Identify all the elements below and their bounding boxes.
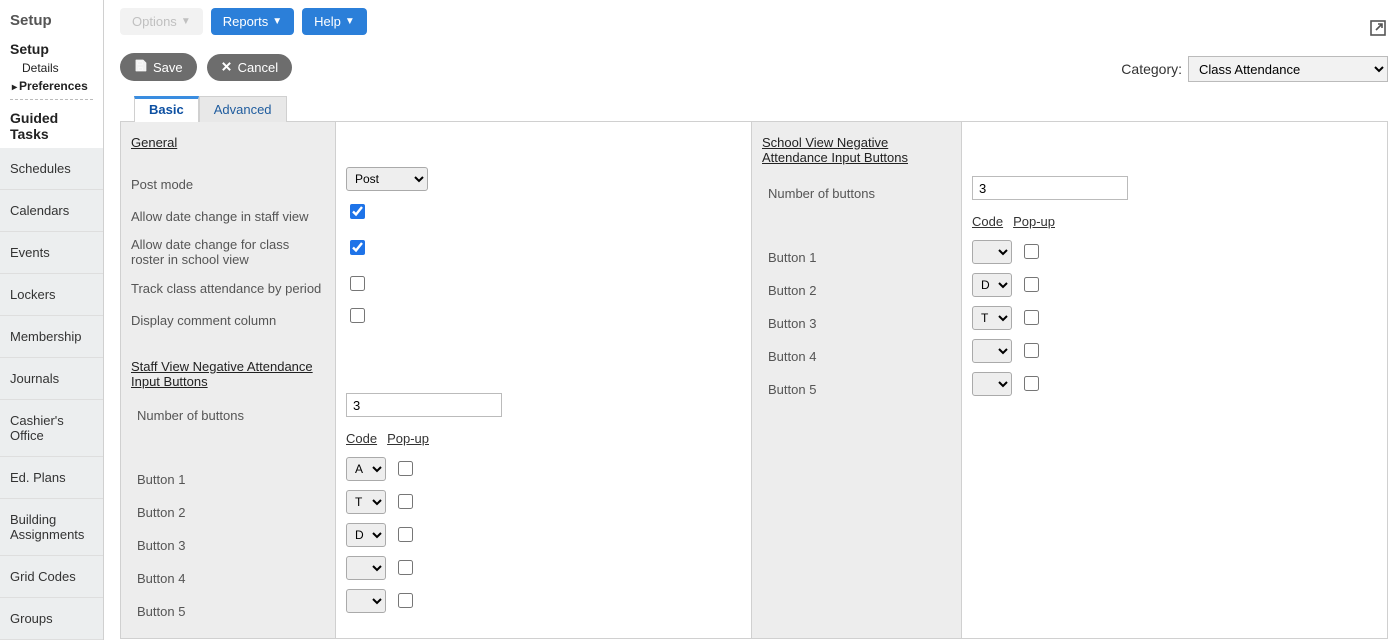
staff-button-3-popup[interactable] xyxy=(398,527,413,542)
sidebar-setup-header[interactable]: Setup xyxy=(10,41,93,57)
sidebar-item-journals[interactable]: Journals xyxy=(0,358,103,400)
category-label: Category: xyxy=(1121,61,1182,77)
sidebar-item-edplans[interactable]: Ed. Plans xyxy=(0,457,103,499)
options-button[interactable]: Options ▼ xyxy=(120,8,203,35)
allow-date-staff-label: Allow date change in staff view xyxy=(131,209,309,224)
school-button-5-label: Button 5 xyxy=(768,382,816,397)
staff-button-2-code[interactable]: T xyxy=(346,490,386,514)
school-num-buttons-label: Number of buttons xyxy=(768,186,875,201)
school-button-4-code[interactable] xyxy=(972,339,1012,363)
staff-button-2-popup[interactable] xyxy=(398,494,413,509)
school-code-header: Code xyxy=(972,214,1003,229)
sidebar-preferences[interactable]: Preferences xyxy=(10,77,93,95)
staff-button-5-popup[interactable] xyxy=(398,593,413,608)
allow-date-roster-label: Allow date change for class roster in sc… xyxy=(131,237,325,267)
school-button-1-label: Button 1 xyxy=(768,250,816,265)
staff-button-1-code[interactable]: A xyxy=(346,457,386,481)
school-button-3-code[interactable]: T xyxy=(972,306,1012,330)
school-button-1-popup[interactable] xyxy=(1024,244,1039,259)
tab-basic[interactable]: Basic xyxy=(134,96,199,122)
track-period-checkbox[interactable] xyxy=(350,276,365,291)
close-icon xyxy=(221,60,232,75)
school-button-2-code[interactable]: D xyxy=(972,273,1012,297)
post-mode-select[interactable]: Post xyxy=(346,167,428,191)
school-button-3-label: Button 3 xyxy=(768,316,816,331)
staff-button-1-popup[interactable] xyxy=(398,461,413,476)
help-button[interactable]: Help ▼ xyxy=(302,8,367,35)
display-comment-label: Display comment column xyxy=(131,313,276,328)
sidebar-preferences-label: Preferences xyxy=(19,79,88,93)
school-button-5-code[interactable] xyxy=(972,372,1012,396)
staff-button-5-code[interactable] xyxy=(346,589,386,613)
school-button-3-popup[interactable] xyxy=(1024,310,1039,325)
school-button-2-label: Button 2 xyxy=(768,283,816,298)
staff-popup-header: Pop-up xyxy=(387,431,429,446)
track-period-label: Track class attendance by period xyxy=(131,281,321,296)
staff-button-4-label: Button 4 xyxy=(137,571,185,586)
school-button-1-code[interactable] xyxy=(972,240,1012,264)
school-popup-header: Pop-up xyxy=(1013,214,1055,229)
cancel-button[interactable]: Cancel xyxy=(207,54,292,81)
staff-view-header: Staff View Negative Attendance Input But… xyxy=(131,359,325,389)
staff-num-buttons-label: Number of buttons xyxy=(137,408,244,423)
school-button-5-popup[interactable] xyxy=(1024,376,1039,391)
school-num-buttons-input[interactable] xyxy=(972,176,1128,200)
reports-button[interactable]: Reports ▼ xyxy=(211,8,294,35)
sidebar-details[interactable]: Details xyxy=(10,59,93,77)
post-mode-label: Post mode xyxy=(131,177,193,192)
sidebar: Setup Setup Details Preferences Guided T… xyxy=(0,0,104,640)
sidebar-item-lockers[interactable]: Lockers xyxy=(0,274,103,316)
staff-button-4-code[interactable] xyxy=(346,556,386,580)
allow-date-roster-checkbox[interactable] xyxy=(350,240,365,255)
sidebar-title: Setup xyxy=(0,8,103,37)
staff-button-5-label: Button 5 xyxy=(137,604,185,619)
display-comment-checkbox[interactable] xyxy=(350,308,365,323)
staff-num-buttons-input[interactable] xyxy=(346,393,502,417)
sidebar-item-cashiers[interactable]: Cashier's Office xyxy=(0,400,103,457)
cancel-label: Cancel xyxy=(238,60,278,75)
popout-icon[interactable] xyxy=(1370,20,1388,38)
help-label: Help xyxy=(314,14,341,29)
sidebar-item-events[interactable]: Events xyxy=(0,232,103,274)
save-button[interactable]: Save xyxy=(120,53,197,81)
caret-down-icon: ▼ xyxy=(345,16,355,27)
allow-date-staff-checkbox[interactable] xyxy=(350,204,365,219)
save-icon xyxy=(134,59,147,75)
save-label: Save xyxy=(153,60,183,75)
tab-advanced[interactable]: Advanced xyxy=(199,96,287,122)
staff-button-4-popup[interactable] xyxy=(398,560,413,575)
reports-label: Reports xyxy=(223,14,269,29)
staff-button-1-label: Button 1 xyxy=(137,472,185,487)
school-view-header: School View Negative Attendance Input Bu… xyxy=(762,135,951,165)
caret-down-icon: ▼ xyxy=(181,16,191,27)
staff-button-3-code[interactable]: D xyxy=(346,523,386,547)
caret-down-icon: ▼ xyxy=(272,16,282,27)
staff-button-3-label: Button 3 xyxy=(137,538,185,553)
sidebar-item-calendars[interactable]: Calendars xyxy=(0,190,103,232)
staff-code-header: Code xyxy=(346,431,377,446)
school-button-2-popup[interactable] xyxy=(1024,277,1039,292)
category-select[interactable]: Class Attendance xyxy=(1188,56,1388,82)
general-header: General xyxy=(131,135,325,150)
school-button-4-label: Button 4 xyxy=(768,349,816,364)
school-button-4-popup[interactable] xyxy=(1024,343,1039,358)
sidebar-item-schedules[interactable]: Schedules xyxy=(0,148,103,190)
sidebar-item-groups[interactable]: Groups xyxy=(0,598,103,640)
options-label: Options xyxy=(132,14,177,29)
sidebar-item-membership[interactable]: Membership xyxy=(0,316,103,358)
staff-button-2-label: Button 2 xyxy=(137,505,185,520)
sidebar-guided-tasks[interactable]: Guided Tasks xyxy=(10,104,93,148)
sidebar-items: Schedules Calendars Events Lockers Membe… xyxy=(0,148,103,640)
sidebar-item-grid-codes[interactable]: Grid Codes xyxy=(0,556,103,598)
sidebar-item-building-assignments[interactable]: Building Assignments xyxy=(0,499,103,556)
